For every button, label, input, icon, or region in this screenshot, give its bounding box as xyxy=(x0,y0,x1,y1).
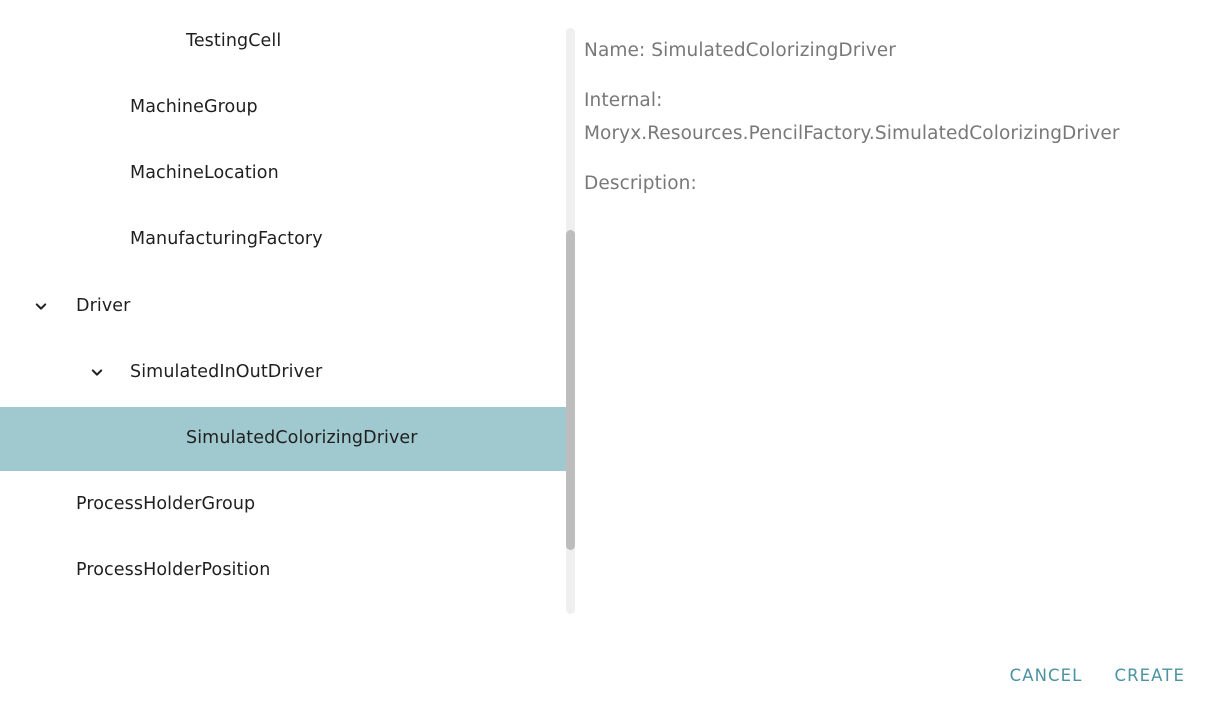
detail-name-line: Name: SimulatedColorizingDriver xyxy=(584,40,896,61)
tree-item[interactable]: SimulatedColorizingDriver xyxy=(0,407,566,471)
tree-item[interactable]: SimulatedInOutDriver xyxy=(0,341,566,405)
tree-item-label: ProcessHolderPosition xyxy=(76,560,271,581)
tree-scrollbar-thumb[interactable] xyxy=(566,230,575,550)
tree-item[interactable]: ProcessHolderPosition xyxy=(0,539,566,603)
create-button[interactable]: CREATE xyxy=(1098,658,1201,693)
detail-internal-label: Internal: xyxy=(584,90,663,111)
tree-item-label: ProcessHolderGroup xyxy=(76,494,256,515)
tree-item-label: ManufacturingFactory xyxy=(130,229,323,250)
chevron-down-icon[interactable] xyxy=(29,295,53,319)
detail-description-label: Description: xyxy=(584,173,697,194)
resource-type-details: Name: SimulatedColorizingDriver Internal… xyxy=(584,0,1219,650)
detail-internal-value: Moryx.Resources.PencilFactory.SimulatedC… xyxy=(584,123,1120,144)
tree-item-label: TestingCell xyxy=(186,31,282,52)
tree-item[interactable]: TestingCell xyxy=(0,10,566,74)
resource-type-picker-dialog: TestingCell MachineGroup MachineLocation Ma… xyxy=(0,0,1219,710)
tree-item[interactable]: ManufacturingFactory xyxy=(0,208,566,272)
tree-item[interactable]: ProcessHolderGroup xyxy=(0,473,566,537)
tree-item-label: MachineLocation xyxy=(130,163,279,184)
tree-item[interactable]: MachineGroup xyxy=(0,76,566,140)
cancel-button[interactable]: CANCEL xyxy=(994,658,1099,693)
resource-type-tree: TestingCell MachineGroup MachineLocation Ma… xyxy=(0,0,566,710)
dialog-footer: CANCEL CREATE xyxy=(0,640,1219,710)
chevron-down-icon[interactable] xyxy=(85,361,109,385)
tree-item[interactable]: MachineLocation xyxy=(0,142,566,206)
tree-item-label: MachineGroup xyxy=(130,97,258,118)
tree-item-label: SimulatedInOutDriver xyxy=(130,362,323,383)
tree-item[interactable]: Driver xyxy=(0,275,566,339)
tree-scrollbar-track[interactable] xyxy=(566,28,575,614)
tree-item-label: Driver xyxy=(76,296,131,317)
tree-item-label: SimulatedColorizingDriver xyxy=(186,428,418,449)
